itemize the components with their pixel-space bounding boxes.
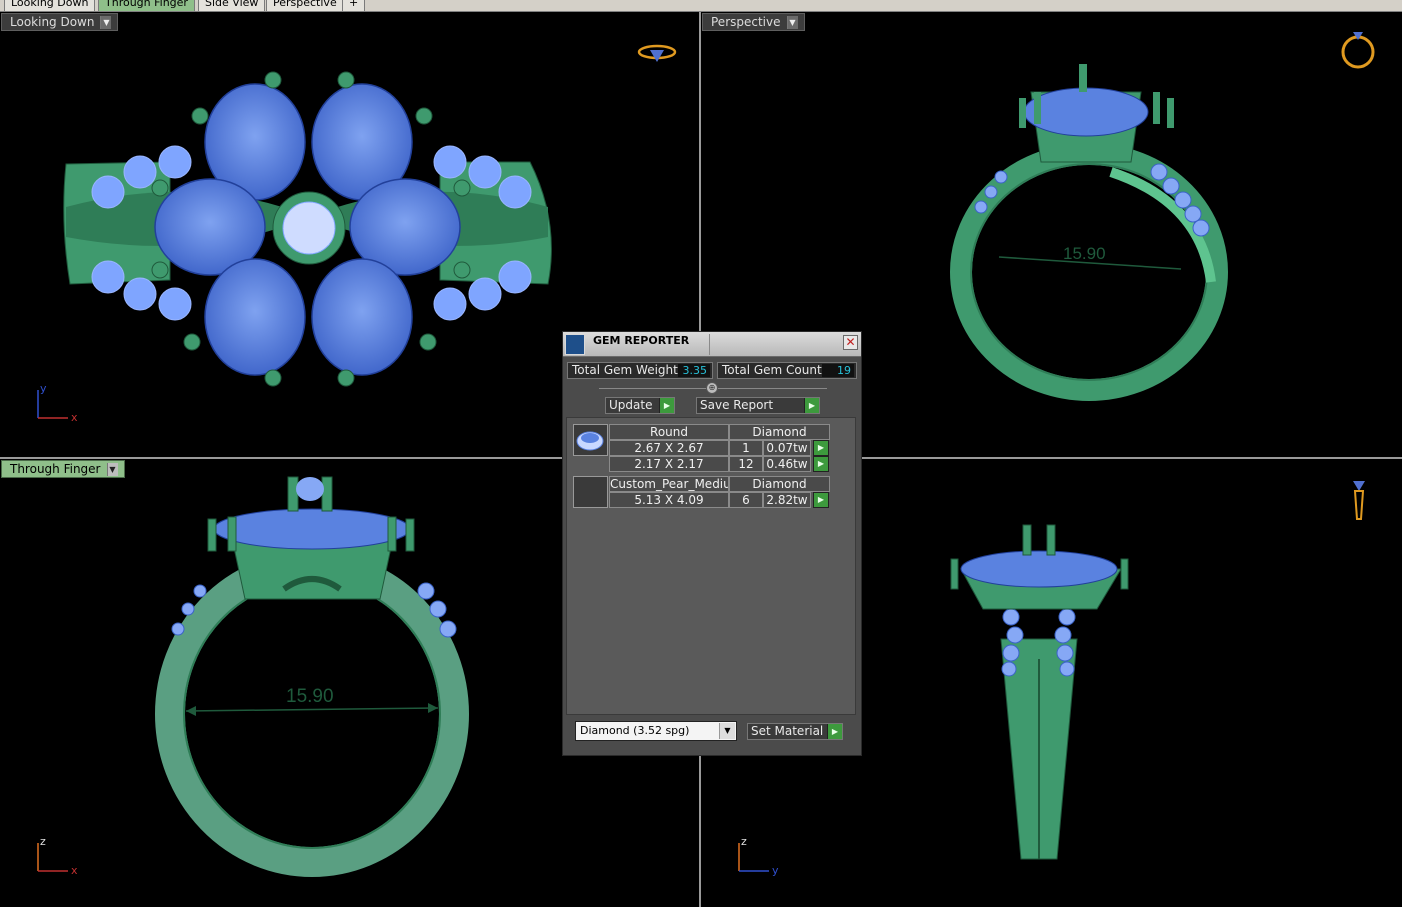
ring-front-view-icon[interactable] [1341,32,1375,69]
dropdown-arrow-icon[interactable]: ▼ [786,15,798,29]
gem-reporter-icon [565,334,585,355]
gem-reporter-dialog: GEM REPORTER ✕ Total Gem Weight 3.35 Tot… [562,331,862,756]
save-report-button-label: Save Report [700,398,774,412]
total-gem-weight: Total Gem Weight 3.35 [567,362,713,379]
collapse-toggle-icon[interactable]: ⊕ [706,382,718,394]
ring-size-dimension: 15.90 [1063,244,1106,263]
gem-weight-cell: 2.82tw [763,492,811,508]
total-gem-count-value: 19 [822,364,854,377]
gem-count-cell: 1 [729,440,763,456]
tab-through-finger[interactable]: Through Finger [98,0,195,11]
axis-z-label: z [741,835,747,848]
total-gem-weight-label: Total Gem Weight [572,363,678,377]
pear-gem-thumbnail [573,476,608,508]
tab-perspective[interactable]: Perspective [266,0,344,11]
titlebar-divider [709,334,710,355]
play-arrow-icon: ▶ [659,398,674,413]
gem-weight-cell: 0.07tw [763,440,811,456]
gem-count-cell: 6 [729,492,763,508]
set-material-button[interactable]: Set Material ▶ [747,723,843,740]
gem-weight-cell: 0.46tw [763,456,811,472]
gem-report-list[interactable]: Round Diamond 2.67 X 2.67 1 0.07tw ▶ 2.1… [566,417,856,715]
axis-y-label: y [772,864,779,877]
ring-size-dimension: 15.90 [286,686,334,707]
axis-x-label: x [71,411,78,424]
dropdown-arrow-icon[interactable]: ▼ [106,462,118,476]
add-tab-button[interactable]: + [342,0,366,11]
dropdown-arrow-icon[interactable]: ▼ [100,15,112,29]
viewport-label-text: Through Finger [10,462,101,476]
chevron-down-icon[interactable]: ▼ [719,723,735,739]
gem-size-cell: 5.13 X 4.09 [609,492,729,508]
total-gem-count-label: Total Gem Count [722,363,822,377]
axis-z-label: z [40,835,46,848]
gem-material-header: Diamond [729,424,830,440]
play-arrow-icon[interactable]: ▶ [813,440,829,456]
total-gem-count: Total Gem Count 19 [717,362,857,379]
ring-side-view-icon[interactable] [1353,481,1365,520]
ring-top-view-icon[interactable] [637,44,677,62]
gem-size-cell: 2.67 X 2.67 [609,440,729,456]
play-arrow-icon: ▶ [804,398,819,413]
axis-y-label: y [40,382,47,395]
update-button-label: Update [609,398,653,412]
update-button[interactable]: Update ▶ [605,397,675,414]
gem-shape-header: Round [609,424,729,440]
material-select-value: Diamond (3.52 spg) [580,724,690,737]
save-report-button[interactable]: Save Report ▶ [696,397,820,414]
gem-count-cell: 12 [729,456,763,472]
tab-side-view[interactable]: Side View [198,0,266,11]
material-select[interactable]: Diamond (3.52 spg) ▼ [575,721,737,741]
round-gem-thumbnail [573,424,608,456]
view-tab-strip: Looking Down Through Finger Side View Pe… [0,0,1402,12]
gem-size-cell: 2.17 X 2.17 [609,456,729,472]
total-gem-weight-value: 3.35 [678,364,710,377]
gem-reporter-title: GEM REPORTER [593,334,690,347]
close-icon[interactable]: ✕ [843,335,858,350]
gem-material-header: Diamond [729,476,830,492]
tab-looking-down[interactable]: Looking Down [4,0,96,11]
gem-shape-header: Custom_Pear_Medium [609,476,729,492]
viewport-label-text: Perspective [711,15,781,29]
gem-reporter-titlebar[interactable]: GEM REPORTER ✕ [563,332,861,357]
play-arrow-icon: ▶ [827,724,842,739]
play-arrow-icon[interactable]: ▶ [813,456,829,472]
viewport-label-perspective[interactable]: Perspective ▼ [702,13,805,31]
viewport-label-through-finger[interactable]: Through Finger ▼ [1,460,125,478]
set-material-button-label: Set Material [751,724,824,738]
axis-x-label: x [71,864,78,877]
viewport-label-text: Looking Down [10,15,95,29]
viewport-label-looking-down[interactable]: Looking Down ▼ [1,13,119,31]
play-arrow-icon[interactable]: ▶ [813,492,829,508]
